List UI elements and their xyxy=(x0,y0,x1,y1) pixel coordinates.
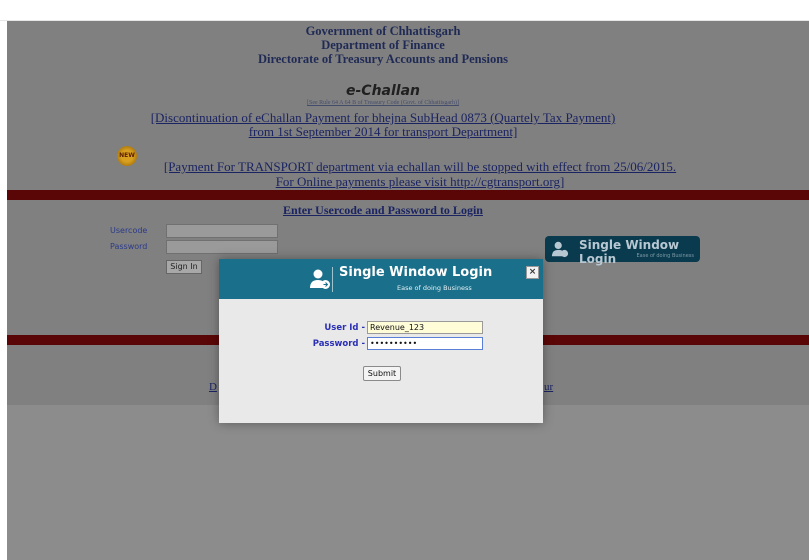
password-label: Password - xyxy=(312,339,365,349)
login-heading: Enter Usercode and Password to Login xyxy=(283,203,483,217)
rule-reference-link[interactable]: [See Rule 64 A 64 B of Treasury Code (Go… xyxy=(7,100,759,106)
modal-subtitle: Ease of doing Business xyxy=(397,284,472,292)
divider-band-top xyxy=(7,190,809,200)
userid-label: User Id - xyxy=(324,323,365,333)
new-badge-icon: NEW xyxy=(117,146,137,166)
userid-input[interactable]: Revenue_123 xyxy=(367,321,483,334)
gov-line-2: Department of Finance xyxy=(321,38,445,52)
password-field[interactable]: •••••••••• xyxy=(367,337,483,350)
single-window-subtitle: Ease of doing Business xyxy=(636,253,694,259)
password-label: Password xyxy=(110,242,148,251)
lower-background xyxy=(7,405,809,560)
notice1-line-1: [Discontinuation of eChallan Payment for… xyxy=(150,110,616,125)
submit-button[interactable]: Submit xyxy=(363,366,401,381)
app-title: e-Challan xyxy=(345,83,420,99)
header-separator xyxy=(332,267,333,292)
sign-in-button[interactable]: Sign In xyxy=(166,260,202,274)
gov-line-1: Government of Chhattisgarh xyxy=(305,24,461,38)
footer-link-right[interactable]: ur xyxy=(544,381,553,393)
government-header: Government of Chhattisgarh Department of… xyxy=(7,24,759,66)
password-input[interactable] xyxy=(166,240,278,254)
notice2-line-1: [Payment For TRANSPORT department via ec… xyxy=(163,159,677,174)
single-window-login-modal: Single Window Login Ease of doing Busine… xyxy=(219,259,543,423)
close-icon[interactable]: × xyxy=(526,266,539,279)
usercode-label: Usercode xyxy=(110,226,148,235)
single-window-title: Single Window Login xyxy=(579,238,680,266)
gov-line-3: Directorate of Treasury Accounts and Pen… xyxy=(257,52,509,66)
modal-header: Single Window Login Ease of doing Busine… xyxy=(219,259,543,299)
usercode-input[interactable] xyxy=(166,224,278,238)
single-window-login-button[interactable]: Single Window Login Ease of doing Busine… xyxy=(545,236,700,266)
discontinuation-notice-link[interactable]: [Discontinuation of eChallan Payment for… xyxy=(7,111,759,139)
notice2-line-2: For Online payments please visit http://… xyxy=(275,174,565,189)
modal-title: Single Window Login xyxy=(339,265,493,280)
browser-top-strip xyxy=(0,0,809,21)
footer-link-left[interactable]: D xyxy=(209,381,217,393)
notice1-line-2: from 1st September 2014 for transport De… xyxy=(248,124,518,139)
user-login-icon xyxy=(310,269,330,289)
transport-notice-link[interactable]: [Payment For TRANSPORT department via ec… xyxy=(140,159,700,189)
user-login-icon xyxy=(551,241,569,258)
